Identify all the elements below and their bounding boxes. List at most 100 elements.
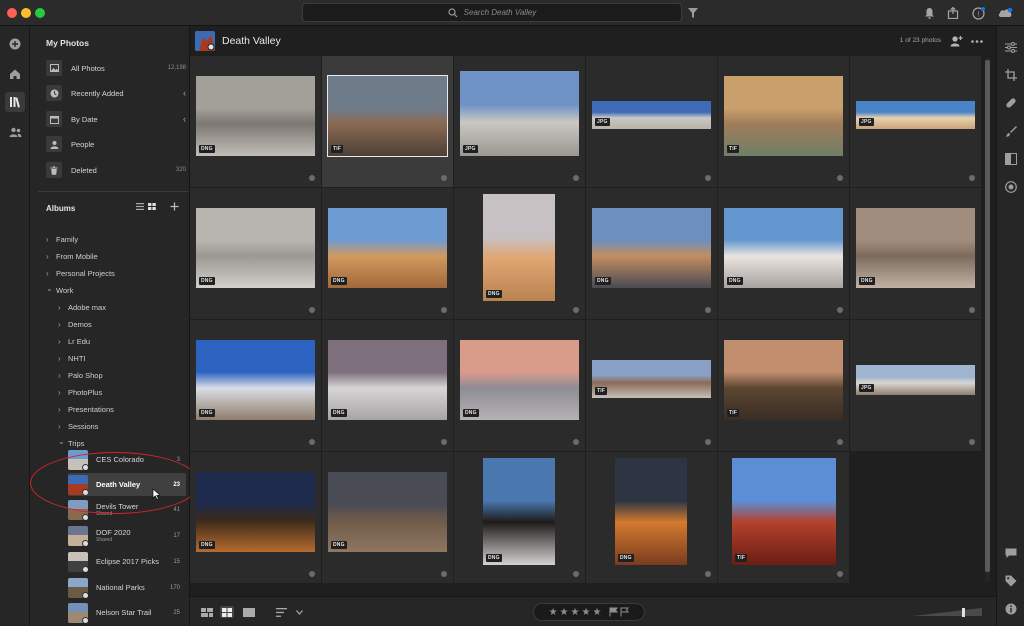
chevron-right-icon[interactable]: › [58, 337, 68, 346]
thumbnail-size-slider[interactable] [912, 607, 982, 617]
photo-cell[interactable]: JPG [586, 56, 717, 187]
photo-thumbnail[interactable]: JPG [460, 71, 579, 156]
library-icon[interactable] [5, 92, 25, 112]
crop-icon[interactable] [1002, 66, 1020, 84]
star-icon[interactable]: ★ [560, 607, 569, 618]
photo-cell[interactable]: TIF [322, 56, 453, 187]
info-icon[interactable] [1002, 600, 1020, 618]
chevron-right-icon[interactable]: › [58, 371, 68, 380]
linear-gradient-icon[interactable] [1002, 150, 1020, 168]
photo-thumbnail[interactable]: DNG [615, 458, 687, 565]
album-folder[interactable]: › Sessions [58, 419, 98, 433]
album-item[interactable]: DOF 2020 Shared 17 [68, 524, 186, 547]
album-folder[interactable]: › PhotoPlus [58, 385, 102, 399]
square-grid-view-icon[interactable] [220, 606, 234, 618]
comments-icon[interactable] [1002, 544, 1020, 562]
photo-cell[interactable]: TIF [718, 56, 849, 187]
photo-cell[interactable]: JPG [850, 56, 981, 187]
photo-cell[interactable]: DNG [586, 452, 717, 583]
radial-gradient-icon[interactable] [1002, 178, 1020, 196]
photo-thumbnail[interactable]: DNG [196, 340, 315, 420]
sidebar-item-people[interactable]: People [46, 134, 186, 154]
chevron-left-icon[interactable]: ‹ [183, 114, 186, 124]
photo-cell[interactable]: JPG [454, 56, 585, 187]
photo-thumbnail[interactable]: TIF [592, 360, 711, 398]
album-folder[interactable]: › Personal Projects [46, 266, 115, 280]
search-input[interactable]: Search Death Valley [302, 3, 682, 22]
album-folder[interactable]: › Demos [58, 317, 92, 331]
zoom-window-button[interactable] [35, 8, 45, 18]
photo-thumbnail[interactable]: JPG [592, 101, 711, 129]
edit-sliders-icon[interactable] [1002, 38, 1020, 56]
photo-thumbnail[interactable]: DNG [328, 340, 447, 420]
photo-thumbnail[interactable]: JPG [856, 101, 975, 129]
star-icon[interactable]: ★ [592, 607, 601, 618]
photo-thumbnail[interactable]: DNG [592, 208, 711, 288]
photo-thumbnail[interactable]: JPG [856, 365, 975, 395]
chevron-right-icon[interactable]: › [58, 354, 68, 363]
album-item[interactable]: National Parks 170 [68, 576, 186, 599]
home-icon[interactable] [5, 64, 25, 84]
album-item[interactable]: Nelson Star Trail 25 [68, 601, 186, 624]
photo-cell[interactable]: DNG [322, 188, 453, 319]
photo-cell[interactable]: DNG [190, 188, 321, 319]
photo-thumbnail[interactable]: DNG [724, 208, 843, 288]
star-icon[interactable]: ★ [581, 607, 590, 618]
add-album-icon[interactable] [170, 202, 179, 211]
filter-icon[interactable] [688, 7, 698, 19]
add-photos-icon[interactable] [5, 34, 25, 54]
photo-cell[interactable]: DNG [322, 320, 453, 451]
photo-thumbnail[interactable]: DNG [328, 472, 447, 552]
photo-cell[interactable]: DNG [718, 188, 849, 319]
star-icon[interactable]: ★ [571, 607, 580, 618]
chevron-right-icon[interactable]: › [58, 405, 68, 414]
photo-cell[interactable]: DNG [454, 452, 585, 583]
photo-cell[interactable]: DNG [190, 452, 321, 583]
photo-cell[interactable]: DNG [190, 56, 321, 187]
album-item[interactable]: Eclipse 2017 Picks 15 [68, 550, 186, 573]
chevron-right-icon[interactable]: › [46, 235, 56, 244]
chevron-down-icon[interactable] [292, 606, 306, 618]
minimize-window-button[interactable] [21, 8, 31, 18]
photo-thumbnail[interactable]: DNG [483, 194, 555, 301]
album-folder[interactable]: › Palo Shop [58, 368, 103, 382]
sidebar-item-deleted[interactable]: Deleted 320 [46, 160, 186, 180]
photo-grid-view-icon[interactable] [200, 606, 214, 618]
grid-view-icon[interactable] [148, 203, 156, 210]
photo-thumbnail[interactable]: TIF [327, 75, 448, 157]
bell-icon[interactable] [921, 5, 937, 21]
photo-cell[interactable]: DNG [454, 188, 585, 319]
chevron-down-icon[interactable]: ⌄ [46, 284, 56, 293]
photo-thumbnail[interactable]: DNG [856, 208, 975, 288]
scrollbar-thumb[interactable] [985, 60, 990, 572]
help-icon[interactable]: ! [970, 5, 986, 21]
chevron-right-icon[interactable]: › [46, 269, 56, 278]
photo-thumbnail[interactable]: DNG [483, 458, 555, 565]
album-folder[interactable]: › Presentations [58, 402, 114, 416]
chevron-right-icon[interactable]: › [58, 320, 68, 329]
photo-cell[interactable]: TIF [586, 320, 717, 451]
sidebar-item-by-date[interactable]: By Date ‹ [46, 109, 186, 129]
pick-flag-icon[interactable] [609, 607, 619, 617]
photo-cell[interactable]: TIF [718, 452, 849, 583]
healing-brush-icon[interactable] [1002, 94, 1020, 112]
sort-icon[interactable] [274, 606, 288, 618]
photo-thumbnail[interactable]: DNG [460, 340, 579, 420]
more-options-icon[interactable] [970, 34, 984, 48]
photo-thumbnail[interactable]: TIF [724, 76, 843, 156]
share-icon[interactable] [945, 5, 961, 21]
shared-people-icon[interactable] [5, 122, 25, 142]
photo-thumbnail[interactable]: DNG [196, 208, 315, 288]
album-folder[interactable]: › Family [46, 232, 78, 246]
star-icon[interactable]: ★ [549, 607, 558, 618]
chevron-right-icon[interactable]: › [58, 388, 68, 397]
album-folder[interactable]: › NHTI [58, 351, 86, 365]
chevron-right-icon[interactable]: › [58, 422, 68, 431]
brush-icon[interactable] [1002, 122, 1020, 140]
add-person-icon[interactable] [949, 34, 963, 48]
reject-flag-icon[interactable] [620, 607, 630, 617]
chevron-down-icon[interactable]: ⌄ [58, 437, 68, 446]
chevron-left-icon[interactable]: ‹ [183, 88, 186, 98]
photo-cell[interactable]: DNG [322, 452, 453, 583]
album-folder[interactable]: › Adobe max [58, 300, 106, 314]
